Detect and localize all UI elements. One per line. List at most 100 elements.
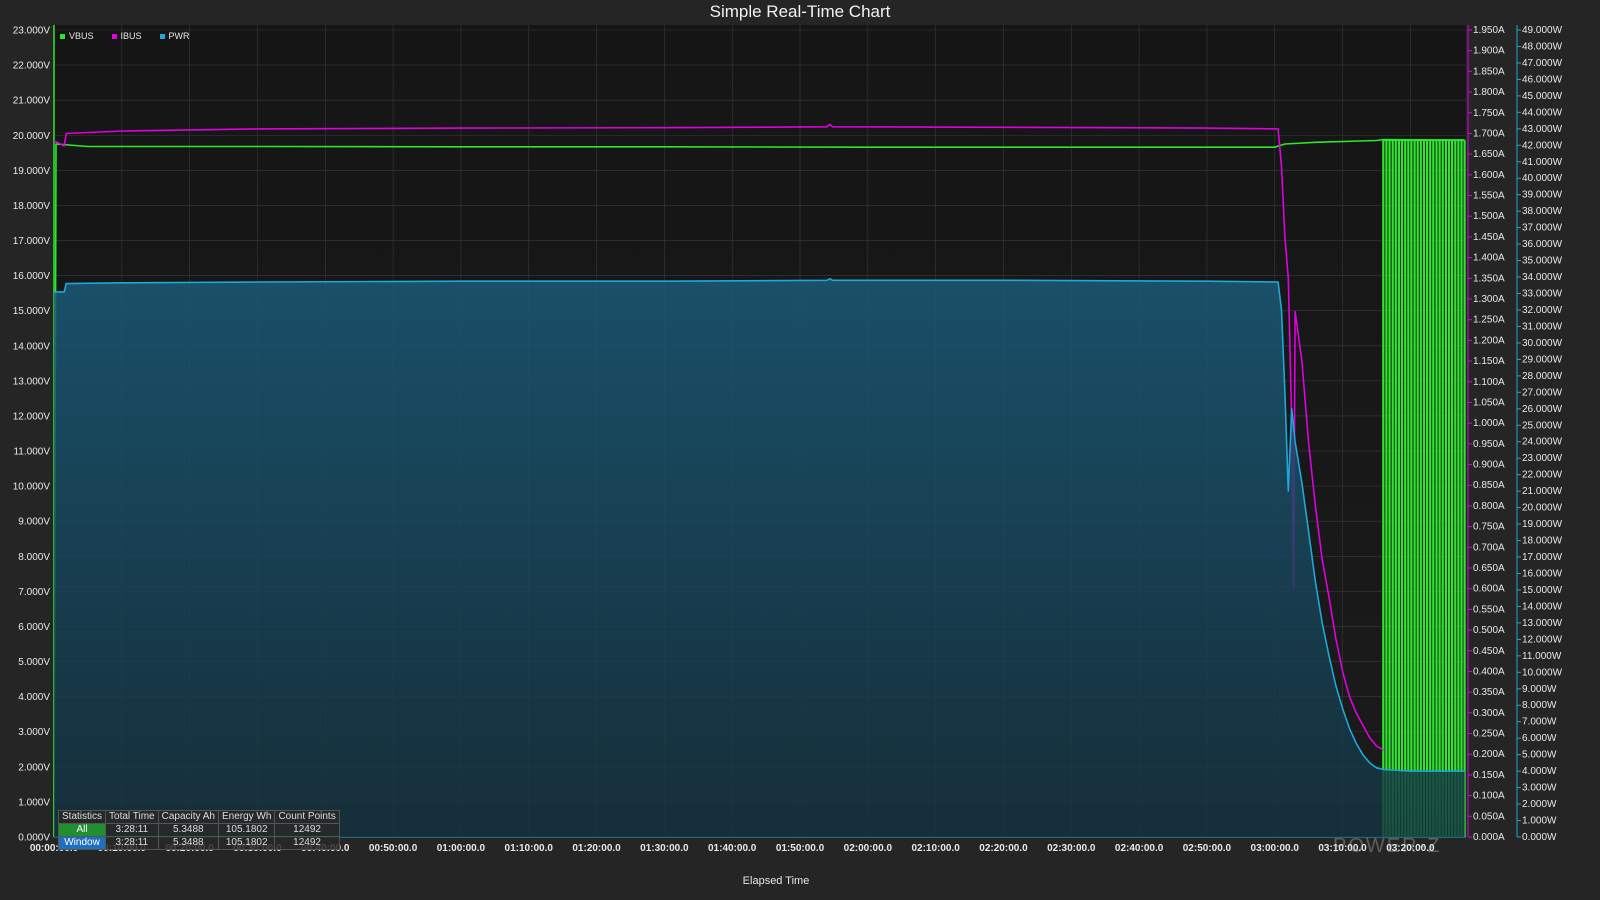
y-tick-label-voltage: 21.000V xyxy=(13,96,51,107)
y-tick-label-voltage: 11.000V xyxy=(13,447,50,458)
legend-label-ibus: IBUS xyxy=(120,31,142,41)
y-tick-label-power: 39.000W xyxy=(1522,190,1563,201)
legend-item-pwr[interactable]: PWR xyxy=(159,31,190,41)
x-tick-label: 02:30:00.0 xyxy=(1047,843,1096,854)
y-tick-label-power: 44.000W xyxy=(1522,107,1563,118)
y-tick-label-power: 26.000W xyxy=(1522,404,1563,415)
legend-item-ibus[interactable]: IBUS xyxy=(111,31,142,41)
y-tick-label-voltage: 2.000V xyxy=(18,762,50,773)
y-tick-label-power: 24.000W xyxy=(1522,437,1563,448)
y-tick-label-power: 38.000W xyxy=(1522,206,1563,217)
y-tick-label-current: 1.000A xyxy=(1473,418,1505,429)
y-tick-label-current: 1.300A xyxy=(1473,294,1505,305)
stats-cell: Window xyxy=(57,836,107,850)
stats-cell: 105.1802 xyxy=(217,823,276,837)
y-tick-label-power: 23.000W xyxy=(1522,453,1563,464)
y-tick-label-power: 40.000W xyxy=(1522,173,1563,184)
y-tick-label-current: 1.150A xyxy=(1473,356,1505,367)
x-tick-label: 02:40:00.0 xyxy=(1115,843,1164,854)
y-tick-label-power: 29.000W xyxy=(1522,354,1563,365)
y-tick-label-power: 20.000W xyxy=(1522,503,1563,514)
y-tick-label-power: 12.000W xyxy=(1522,634,1563,645)
legend: VBUS IBUS PWR xyxy=(60,31,190,41)
y-tick-label-power: 6.000W xyxy=(1522,733,1557,744)
y-tick-label-voltage: 18.000V xyxy=(13,201,51,212)
y-tick-label-voltage: 14.000V xyxy=(13,341,51,352)
y-tick-label-current: 0.350A xyxy=(1473,687,1505,698)
stats-cell: All xyxy=(57,823,107,837)
y-tick-label-voltage: 16.000V xyxy=(13,271,51,282)
legend-item-vbus[interactable]: VBUS xyxy=(60,31,94,41)
y-tick-label-power: 21.000W xyxy=(1522,486,1563,497)
y-tick-label-power: 19.000W xyxy=(1522,519,1563,530)
y-tick-label-current: 0.400A xyxy=(1473,666,1505,677)
y-tick-label-current: 1.100A xyxy=(1473,377,1505,388)
y-tick-label-current: 1.700A xyxy=(1473,128,1505,139)
y-tick-label-current: 0.550A xyxy=(1473,604,1505,615)
y-tick-label-power: 42.000W xyxy=(1522,140,1563,151)
y-tick-label-voltage: 7.000V xyxy=(18,587,50,598)
stats-header: Energy Wh xyxy=(217,810,276,824)
y-tick-label-power: 2.000W xyxy=(1522,799,1557,810)
y-tick-label-power: 33.000W xyxy=(1522,289,1563,300)
y-tick-label-power: 28.000W xyxy=(1522,371,1563,382)
y-tick-label-current: 1.650A xyxy=(1473,149,1505,160)
y-tick-label-power: 43.000W xyxy=(1522,124,1563,135)
y-tick-label-current: 1.750A xyxy=(1473,108,1505,119)
stats-cell: 5.3488 xyxy=(157,836,219,850)
y-tick-label-current: 1.600A xyxy=(1473,170,1505,181)
series-area-pwr xyxy=(54,278,1465,837)
x-axis-label: Elapsed Time xyxy=(742,875,810,887)
legend-swatch-vbus xyxy=(60,33,65,39)
y-tick-label-power: 7.000W xyxy=(1522,717,1557,728)
y-tick-label-power: 22.000W xyxy=(1522,470,1563,481)
y-tick-label-current: 0.150A xyxy=(1473,770,1505,781)
y-tick-label-current: 0.750A xyxy=(1473,522,1505,533)
y-tick-label-power: 11.000W xyxy=(1522,651,1562,662)
stats-header-row: Statistics Total Time Capacity Ah Energy… xyxy=(57,810,340,824)
y-tick-label-current: 0.250A xyxy=(1473,729,1505,740)
y-tick-label-voltage: 4.000V xyxy=(18,692,50,703)
y-tick-label-current: 0.900A xyxy=(1473,460,1505,471)
legend-swatch-pwr xyxy=(159,33,165,39)
x-tick-label: 01:50:00.0 xyxy=(776,843,825,854)
legend-swatch-ibus xyxy=(111,33,117,39)
x-tick-label: 01:00:00.0 xyxy=(437,843,486,854)
y-tick-label-current: 0.500A xyxy=(1473,625,1505,636)
y-tick-label-voltage: 23.000V xyxy=(13,26,51,37)
y-tick-label-current: 1.850A xyxy=(1473,66,1505,77)
y-tick-label-current: 1.050A xyxy=(1473,397,1505,408)
y-tick-label-power: 16.000W xyxy=(1522,568,1563,579)
y-tick-label-current: 0.000A xyxy=(1473,832,1505,843)
y-tick-label-power: 41.000W xyxy=(1522,157,1563,168)
y-tick-label-voltage: 6.000V xyxy=(18,622,50,633)
y-tick-label-voltage: 20.000V xyxy=(13,131,51,142)
y-tick-label-current: 0.950A xyxy=(1473,439,1505,450)
y-tick-label-power: 15.000W xyxy=(1522,585,1563,596)
y-tick-label-power: 46.000W xyxy=(1522,74,1563,85)
x-tick-label: 01:30:00.0 xyxy=(640,843,689,854)
y-tick-label-power: 32.000W xyxy=(1522,305,1563,316)
stats-cell: 5.3488 xyxy=(157,823,219,837)
x-tick-label: 00:50:00.0 xyxy=(369,843,418,854)
y-tick-label-current: 1.450A xyxy=(1473,232,1505,243)
y-tick-label-power: 27.000W xyxy=(1522,387,1563,398)
y-tick-label-current: 1.350A xyxy=(1473,273,1505,284)
stats-cell: 12492 xyxy=(274,823,340,837)
y-tick-label-current: 0.450A xyxy=(1473,646,1505,657)
y-tick-label-current: 1.950A xyxy=(1473,25,1505,36)
y-tick-label-voltage: 9.000V xyxy=(18,517,50,528)
y-tick-label-current: 0.100A xyxy=(1473,791,1505,802)
y-tick-label-power: 9.000W xyxy=(1522,684,1557,695)
statistics-table: Statistics Total Time Capacity Ah Energy… xyxy=(57,810,340,850)
y-tick-label-voltage: 10.000V xyxy=(13,482,51,493)
y-tick-label-power: 48.000W xyxy=(1522,41,1563,52)
stats-row-window: Window 3:28:11 5.3488 105.1802 12492 xyxy=(57,836,340,850)
y-tick-label-power: 8.000W xyxy=(1522,700,1557,711)
y-tick-label-power: 0.000W xyxy=(1522,832,1557,843)
y-tick-label-voltage: 15.000V xyxy=(13,306,51,317)
y-tick-label-voltage: 1.000V xyxy=(18,797,50,808)
y-tick-label-current: 0.700A xyxy=(1473,542,1505,553)
x-tick-label: 02:00:00.0 xyxy=(844,843,893,854)
y-tick-label-power: 35.000W xyxy=(1522,256,1563,267)
